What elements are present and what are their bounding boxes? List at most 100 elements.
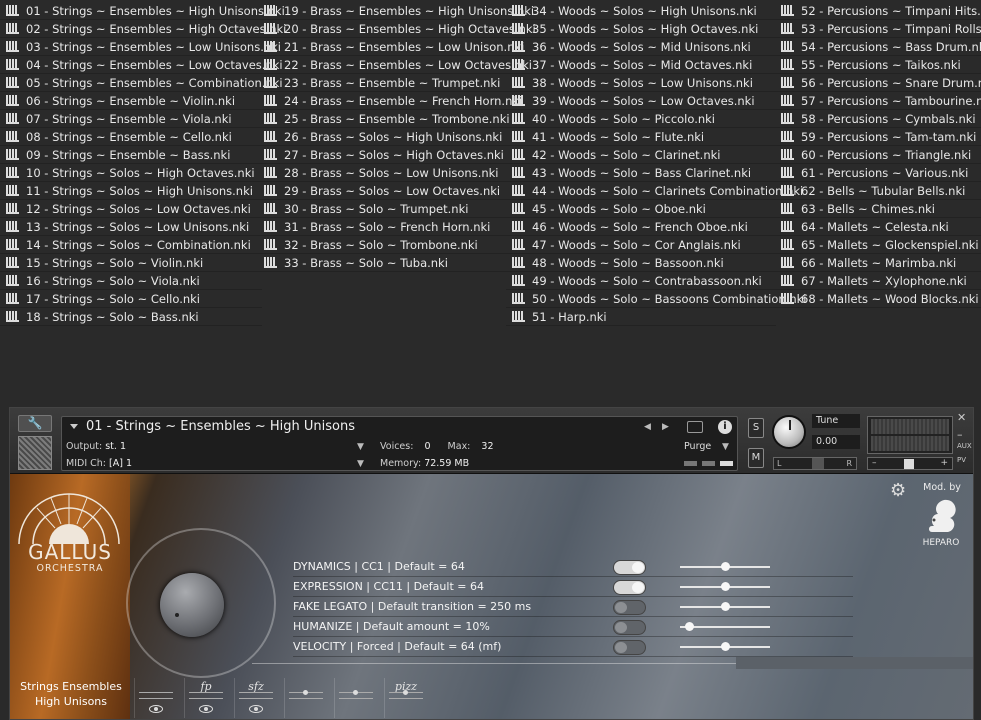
tune-value[interactable]: 0.00 bbox=[812, 435, 860, 449]
slider-handle[interactable] bbox=[720, 602, 730, 611]
control-toggle[interactable] bbox=[613, 560, 646, 575]
file-item[interactable]: 44 - Woods ~ Solo ~ Clarinets Combinatio… bbox=[506, 182, 803, 200]
file-item[interactable]: 35 - Woods ~ Solos ~ High Octaves.nki bbox=[506, 20, 776, 38]
file-item[interactable]: 11 - Strings ~ Solos ~ High Unisons.nki bbox=[0, 182, 262, 200]
file-item[interactable]: 37 - Woods ~ Solos ~ Mid Octaves.nki bbox=[506, 56, 776, 74]
mute-button[interactable]: M bbox=[748, 448, 764, 468]
instrument-thumbnail[interactable] bbox=[18, 436, 52, 470]
articulation-slot[interactable]: sfz bbox=[234, 678, 276, 718]
control-toggle[interactable] bbox=[613, 580, 646, 595]
control-slider[interactable] bbox=[680, 562, 770, 571]
control-slider[interactable] bbox=[680, 642, 770, 651]
eye-icon[interactable] bbox=[249, 705, 263, 713]
file-item[interactable]: 46 - Woods ~ Solo ~ French Oboe.nki bbox=[506, 218, 776, 236]
file-item[interactable]: 19 - Brass ~ Ensembles ~ High Unisons.nk… bbox=[258, 2, 534, 20]
file-item[interactable]: 24 - Brass ~ Ensemble ~ French Horn.nki bbox=[258, 92, 522, 110]
file-item[interactable]: 10 - Strings ~ Solos ~ High Octaves.nki bbox=[0, 164, 262, 182]
control-slider[interactable] bbox=[680, 602, 770, 611]
control-toggle[interactable] bbox=[613, 620, 646, 635]
main-knob[interactable] bbox=[160, 573, 224, 637]
file-item[interactable]: 43 - Woods ~ Solo ~ Bass Clarinet.nki bbox=[506, 164, 776, 182]
file-item[interactable]: 67 - Mallets ~ Xylophone.nki bbox=[775, 272, 981, 290]
file-item[interactable]: 09 - Strings ~ Ensemble ~ Bass.nki bbox=[0, 146, 262, 164]
file-item[interactable]: 06 - Strings ~ Ensemble ~ Violin.nki bbox=[0, 92, 262, 110]
aux-button[interactable]: AUX bbox=[957, 442, 972, 450]
file-item[interactable]: 14 - Strings ~ Solos ~ Combination.nki bbox=[0, 236, 262, 254]
file-item[interactable]: 40 - Woods ~ Solo ~ Piccolo.nki bbox=[506, 110, 776, 128]
slider-handle[interactable] bbox=[720, 582, 730, 591]
midi-row[interactable]: MIDI Ch: [A] 1 bbox=[66, 458, 132, 469]
file-item[interactable]: 04 - Strings ~ Ensembles ~ Low Octaves.n… bbox=[0, 56, 283, 74]
file-item[interactable]: 68 - Mallets ~ Wood Blocks.nki bbox=[775, 290, 981, 308]
file-item[interactable]: 48 - Woods ~ Solo ~ Bassoon.nki bbox=[506, 254, 776, 272]
file-item[interactable]: 34 - Woods ~ Solos ~ High Unisons.nki bbox=[506, 2, 776, 20]
file-item[interactable]: 21 - Brass ~ Ensembles ~ Low Unison.nki bbox=[258, 38, 524, 56]
file-item[interactable]: 41 - Woods ~ Solo ~ Flute.nki bbox=[506, 128, 776, 146]
file-item[interactable]: 47 - Woods ~ Solo ~ Cor Anglais.nki bbox=[506, 236, 776, 254]
purge-button[interactable]: Purge bbox=[684, 441, 711, 452]
volume-handle[interactable] bbox=[904, 459, 914, 469]
file-item[interactable]: 28 - Brass ~ Solos ~ Low Unisons.nki bbox=[258, 164, 506, 182]
file-item[interactable]: 50 - Woods ~ Solo ~ Bassoons Combination… bbox=[506, 290, 806, 308]
file-item[interactable]: 52 - Percusions ~ Timpani Hits.nki bbox=[775, 2, 981, 20]
file-item[interactable]: 66 - Mallets ~ Marimba.nki bbox=[775, 254, 981, 272]
file-item[interactable]: 33 - Brass ~ Solo ~ Tuba.nki bbox=[258, 254, 506, 272]
file-item[interactable]: 59 - Percusions ~ Tam-tam.nki bbox=[775, 128, 981, 146]
file-item[interactable]: 58 - Percusions ~ Cymbals.nki bbox=[775, 110, 981, 128]
file-item[interactable]: 05 - Strings ~ Ensembles ~ Combination.n… bbox=[0, 74, 283, 92]
file-item[interactable]: 27 - Brass ~ Solos ~ High Octaves.nki bbox=[258, 146, 506, 164]
file-item[interactable]: 32 - Brass ~ Solo ~ Trombone.nki bbox=[258, 236, 506, 254]
file-item[interactable]: 15 - Strings ~ Solo ~ Violin.nki bbox=[0, 254, 262, 272]
camera-icon[interactable] bbox=[687, 421, 703, 433]
volume-slider[interactable]: – + bbox=[867, 457, 953, 470]
slider-handle[interactable] bbox=[684, 622, 694, 631]
file-item[interactable]: 16 - Strings ~ Solo ~ Viola.nki bbox=[0, 272, 262, 290]
file-item[interactable]: 63 - Bells ~ Chimes.nki bbox=[775, 200, 981, 218]
file-item[interactable]: 03 - Strings ~ Ensembles ~ Low Unisons.n… bbox=[0, 38, 281, 56]
max-voices-value[interactable]: 32 bbox=[481, 441, 493, 452]
file-item[interactable]: 38 - Woods ~ Solos ~ Low Unisons.nki bbox=[506, 74, 776, 92]
articulation-slot[interactable]: fp bbox=[184, 678, 226, 718]
midi-dropdown-icon[interactable]: ▼ bbox=[357, 459, 364, 469]
file-item[interactable]: 53 - Percusions ~ Timpani Rolls.nki bbox=[775, 20, 981, 38]
file-item[interactable]: 49 - Woods ~ Solo ~ Contrabassoon.nki bbox=[506, 272, 776, 290]
position-bar[interactable] bbox=[132, 652, 973, 674]
wrench-icon[interactable]: 🔧 bbox=[18, 415, 52, 432]
file-item[interactable]: 22 - Brass ~ Ensembles ~ Low Octaves.nki bbox=[258, 56, 532, 74]
file-item[interactable]: 65 - Mallets ~ Glockenspiel.nki bbox=[775, 236, 981, 254]
file-item[interactable]: 08 - Strings ~ Ensemble ~ Cello.nki bbox=[0, 128, 262, 146]
info-icon[interactable]: i bbox=[718, 420, 732, 434]
file-item[interactable]: 17 - Strings ~ Solo ~ Cello.nki bbox=[0, 290, 262, 308]
pan-handle[interactable] bbox=[812, 458, 824, 469]
pan-slider[interactable]: L R bbox=[773, 457, 857, 470]
gear-icon[interactable]: ⚙ bbox=[890, 480, 906, 501]
file-item[interactable]: 56 - Percusions ~ Snare Drum.nki bbox=[775, 74, 981, 92]
slider-handle[interactable] bbox=[720, 562, 730, 571]
purge-dropdown-icon[interactable]: ▼ bbox=[722, 442, 729, 452]
file-item[interactable]: 25 - Brass ~ Ensemble ~ Trombone.nki bbox=[258, 110, 510, 128]
articulation-slot[interactable] bbox=[284, 678, 326, 718]
next-instrument-icon[interactable]: ▶ bbox=[662, 422, 669, 432]
file-item[interactable]: 55 - Percusions ~ Taikos.nki bbox=[775, 56, 981, 74]
file-item[interactable]: 07 - Strings ~ Ensemble ~ Viola.nki bbox=[0, 110, 262, 128]
control-slider[interactable] bbox=[680, 582, 770, 591]
slider-handle[interactable] bbox=[720, 642, 730, 651]
file-item[interactable]: 29 - Brass ~ Solos ~ Low Octaves.nki bbox=[258, 182, 506, 200]
file-item[interactable]: 45 - Woods ~ Solo ~ Oboe.nki bbox=[506, 200, 776, 218]
instrument-name[interactable]: 01 - Strings ~ Ensembles ~ High Unisons bbox=[86, 419, 355, 434]
tune-knob[interactable] bbox=[772, 415, 806, 449]
dropdown-arrow-icon[interactable] bbox=[70, 424, 78, 429]
articulation-slot[interactable] bbox=[134, 678, 176, 718]
output-row[interactable]: Output: st. 1 bbox=[66, 441, 126, 452]
pv-button[interactable]: PV bbox=[957, 456, 966, 464]
control-slider[interactable] bbox=[680, 622, 770, 631]
prev-instrument-icon[interactable]: ◀ bbox=[644, 422, 651, 432]
control-toggle[interactable] bbox=[613, 600, 646, 615]
file-item[interactable]: 26 - Brass ~ Solos ~ High Unisons.nki bbox=[258, 128, 506, 146]
eye-icon[interactable] bbox=[149, 705, 163, 713]
file-item[interactable]: 36 - Woods ~ Solos ~ Mid Unisons.nki bbox=[506, 38, 776, 56]
eye-icon[interactable] bbox=[199, 705, 213, 713]
solo-button[interactable]: S bbox=[748, 418, 764, 438]
file-item[interactable]: 30 - Brass ~ Solo ~ Trumpet.nki bbox=[258, 200, 506, 218]
file-item[interactable]: 02 - Strings ~ Ensembles ~ High Octaves.… bbox=[0, 20, 286, 38]
